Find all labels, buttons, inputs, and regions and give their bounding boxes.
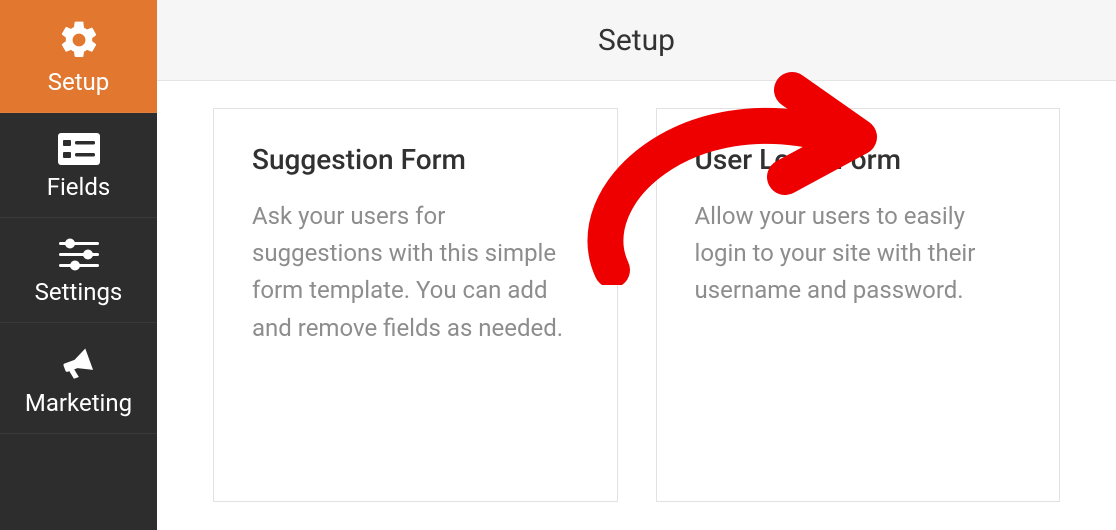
gear-icon	[57, 18, 101, 62]
sidebar-item-label: Settings	[35, 278, 123, 306]
template-card-desc: Allow your users to easily login to your…	[695, 198, 1022, 310]
sidebar-item-label: Setup	[48, 68, 110, 96]
sidebar-item-fields[interactable]: Fields	[0, 113, 157, 218]
sidebar-item-label: Marketing	[25, 389, 132, 417]
template-card-title: User Login Form	[695, 143, 1022, 176]
template-card-user-login-form[interactable]: User Login Form Allow your users to easi…	[656, 108, 1061, 502]
main: Setup Suggestion Form Ask your users for…	[157, 0, 1116, 530]
sliders-icon	[56, 236, 102, 272]
list-icon	[56, 131, 102, 167]
template-card-title: Suggestion Form	[252, 143, 579, 176]
sidebar-item-settings[interactable]: Settings	[0, 218, 157, 323]
sidebar-item-marketing[interactable]: Marketing	[0, 323, 157, 434]
template-card-suggestion-form[interactable]: Suggestion Form Ask your users for sugge…	[213, 108, 618, 502]
sidebar-item-setup[interactable]: Setup	[0, 0, 157, 113]
sidebar: Setup Fields Settings Marketing	[0, 0, 157, 530]
template-card-desc: Ask your users for suggestions with this…	[252, 198, 579, 347]
header: Setup	[157, 0, 1116, 81]
page-title: Setup	[598, 23, 675, 58]
content: Suggestion Form Ask your users for sugge…	[157, 80, 1116, 530]
sidebar-item-label: Fields	[47, 173, 111, 201]
megaphone-icon	[56, 341, 102, 383]
